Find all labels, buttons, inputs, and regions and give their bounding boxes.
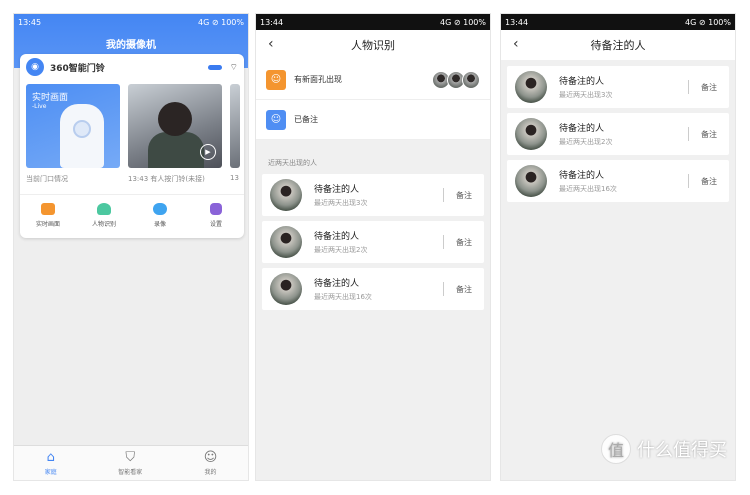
note-button[interactable]: 备注 — [456, 284, 472, 295]
video-icon — [41, 203, 55, 215]
list-item[interactable]: 待备注的人 最近两天出现2次 备注 — [262, 221, 484, 263]
note-button[interactable]: 备注 — [456, 237, 472, 248]
avatar — [270, 179, 302, 211]
note-button[interactable]: 备注 — [701, 129, 717, 140]
watermark-badge-icon: 值 — [601, 434, 631, 464]
action-record[interactable]: 录像 — [135, 203, 185, 228]
home-screen: 13:45 4G ⊘ 100% 我的摄像机 ◉ 360智能门铃 ⌔ 实时画面 -… — [13, 13, 249, 481]
page-title: 待备注的人 — [590, 39, 646, 52]
note-button[interactable]: 备注 — [701, 82, 717, 93]
action-bar: 实时画面 人物识别 录像 设置 — [20, 194, 244, 228]
wifi-icon: ⌔ — [229, 62, 238, 73]
play-icon[interactable]: ▶ — [200, 144, 216, 160]
avatar — [270, 226, 302, 258]
avatar — [515, 71, 547, 103]
note-button[interactable]: 备注 — [701, 176, 717, 187]
page-title: 我的摄像机 — [106, 40, 156, 51]
device-card[interactable]: ◉ 360智能门铃 ⌔ 实时画面 -Live 当前门口情况 ▶ 13:43 有人… — [20, 54, 244, 238]
cloud-icon — [153, 203, 167, 215]
watermark: 值 什么值得买 — [601, 434, 727, 464]
section-title: 近两天出现的人 — [268, 159, 317, 167]
status-time: 13:44 — [260, 17, 284, 27]
action-face[interactable]: 人物识别 — [79, 203, 129, 228]
list-item[interactable]: 待备注的人 最近两天出现16次 备注 — [507, 160, 729, 202]
nav-me[interactable]: ☺ 我的 — [203, 449, 218, 476]
back-icon[interactable]: ‹ — [268, 36, 274, 52]
back-icon[interactable]: ‹ — [513, 36, 519, 52]
visitor-image — [148, 132, 204, 168]
user-icon: ☺ — [203, 449, 218, 465]
nav-home[interactable]: ⌂ 家庭 — [45, 449, 57, 476]
menu-noted[interactable]: ☺ 已备注 — [256, 100, 490, 140]
doorbell-icon: ◉ — [26, 58, 44, 76]
doorbell-lens — [73, 120, 91, 138]
new-face-icon: ☺ — [266, 69, 286, 90]
status-indicators: 4G ⊘ 100% — [685, 17, 731, 27]
status-indicators: 4G ⊘ 100% — [440, 17, 486, 27]
menu-new-faces[interactable]: ☺ 有新面孔出现 — [256, 60, 490, 100]
status-bar: 13:45 4G ⊘ 100% — [14, 14, 248, 30]
live-tile[interactable]: 实时画面 -Live 当前门口情况 — [26, 84, 120, 184]
list-item[interactable]: 待备注的人 最近两天出现3次 备注 — [507, 66, 729, 108]
status-indicators: 4G ⊘ 100% — [198, 17, 244, 27]
face-thumbnails — [432, 70, 480, 89]
event-caption: 13:43 有人按门铃(未接) — [128, 175, 205, 183]
page-title: 人物识别 — [351, 39, 395, 52]
list-item[interactable]: 待备注的人 最近两天出现3次 备注 — [262, 174, 484, 216]
person-icon — [97, 203, 111, 215]
status-bar: 13:44 4G ⊘ 100% — [501, 14, 735, 30]
face-recognition-screen: 13:44 4G ⊘ 100% ‹ 人物识别 ☺ 有新面孔出现 ☺ 已备注 近两… — [255, 13, 491, 481]
avatar — [515, 165, 547, 197]
note-button[interactable]: 备注 — [456, 190, 472, 201]
action-live[interactable]: 实时画面 — [23, 203, 73, 228]
action-settings[interactable]: 设置 — [191, 203, 241, 228]
tiles: 实时画面 -Live 当前门口情况 ▶ 13:43 有人按门铃(未接) 13 — [20, 80, 244, 184]
next-tile[interactable]: 13 — [230, 84, 240, 184]
home-icon: ⌂ — [46, 449, 55, 465]
top-bar: ‹ 待备注的人 — [501, 30, 735, 60]
status-time: 13:44 — [505, 17, 529, 27]
status-bar: 13:44 4G ⊘ 100% — [256, 14, 490, 30]
watermark-text: 什么值得买 — [637, 440, 727, 461]
list-item[interactable]: 待备注的人 最近两天出现16次 备注 — [262, 268, 484, 310]
shield-icon: ⛉ — [125, 449, 136, 465]
nav-guard[interactable]: ⛉ 智能看家 — [118, 449, 142, 476]
gear-icon — [210, 203, 222, 215]
live-sublabel: -Live — [32, 103, 47, 110]
noted-person-icon: ☺ — [266, 109, 286, 130]
pending-notes-screen: 13:44 4G ⊘ 100% ‹ 待备注的人 待备注的人 最近两天出现3次 备… — [500, 13, 736, 481]
live-caption: 当前门口情况 — [26, 175, 68, 183]
bottom-nav: ⌂ 家庭 ⛉ 智能看家 ☺ 我的 — [14, 445, 248, 480]
status-time: 13:45 — [18, 17, 42, 27]
avatar — [515, 118, 547, 150]
event-tile[interactable]: ▶ 13:43 有人按门铃(未接) — [128, 84, 222, 184]
avatar — [270, 273, 302, 305]
battery-icon — [207, 64, 222, 70]
device-name: 360智能门铃 — [50, 63, 105, 74]
list-item[interactable]: 待备注的人 最近两天出现2次 备注 — [507, 113, 729, 155]
live-label: 实时画面 — [32, 93, 69, 103]
top-bar: ‹ 人物识别 — [256, 30, 490, 60]
